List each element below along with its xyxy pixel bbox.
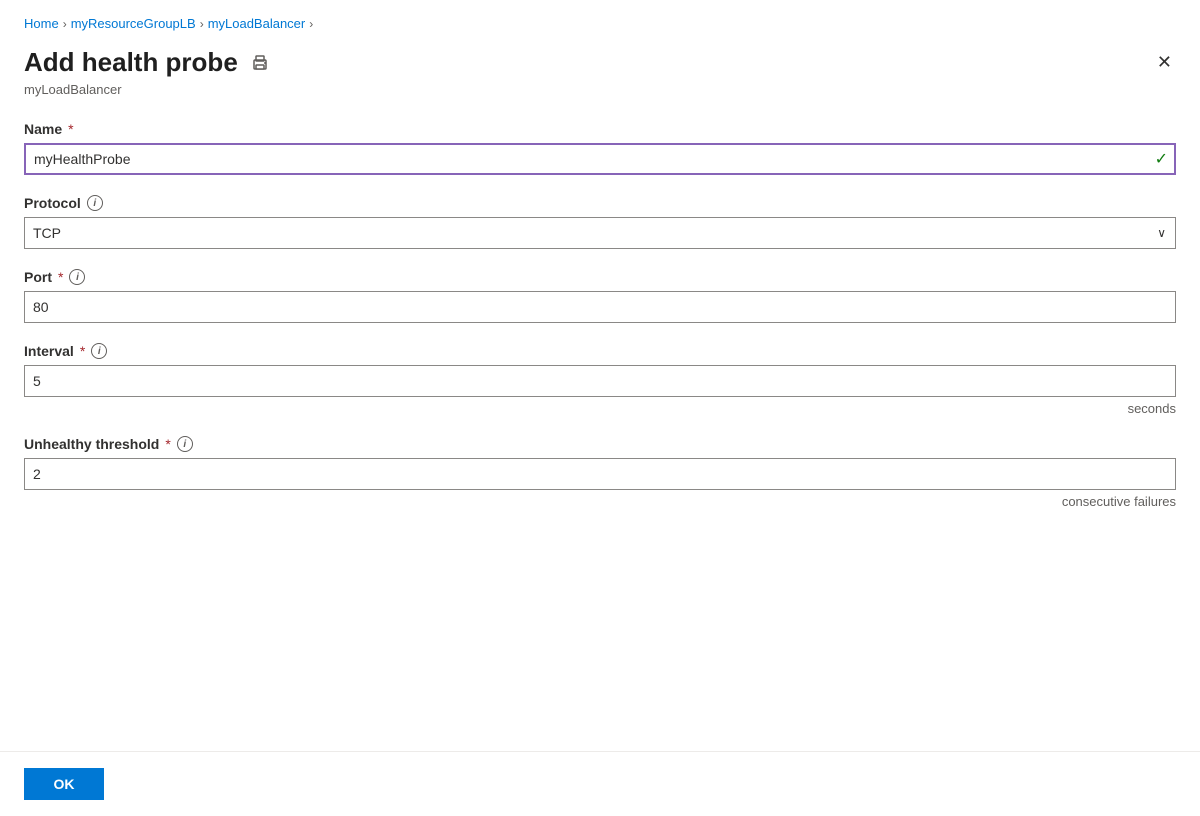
interval-group: Interval * i seconds [24, 343, 1176, 416]
name-label: Name * [24, 121, 1176, 137]
breadcrumb: Home › myResourceGroupLB › myLoadBalance… [0, 0, 1200, 39]
port-group: Port * i [24, 269, 1176, 323]
header-left: Add health probe [24, 47, 270, 78]
subtitle: myLoadBalancer [0, 82, 1200, 113]
interval-label: Interval * i [24, 343, 1176, 359]
name-group: Name * ✓ [24, 121, 1176, 175]
protocol-info-icon[interactable]: i [87, 195, 103, 211]
breadcrumb-resource-group[interactable]: myResourceGroupLB [71, 16, 196, 31]
breadcrumb-home[interactable]: Home [24, 16, 59, 31]
name-input-wrapper: ✓ [24, 143, 1176, 175]
page-container: Home › myResourceGroupLB › myLoadBalance… [0, 0, 1200, 816]
name-check-icon: ✓ [1155, 149, 1168, 169]
unhealthy-threshold-input[interactable] [24, 458, 1176, 490]
ok-button[interactable]: OK [24, 768, 104, 800]
protocol-select-wrapper: TCP HTTP HTTPS ∨ [24, 217, 1176, 249]
interval-required-star: * [80, 343, 85, 359]
header-section: Add health probe ✕ [0, 39, 1200, 82]
protocol-label: Protocol i [24, 195, 1176, 211]
interval-info-icon[interactable]: i [91, 343, 107, 359]
breadcrumb-load-balancer[interactable]: myLoadBalancer [208, 16, 306, 31]
interval-input[interactable] [24, 365, 1176, 397]
page-title: Add health probe [24, 47, 238, 78]
form-content: Name * ✓ Protocol i TCP HTTP HTTPS ∨ [0, 113, 1200, 751]
unhealthy-threshold-label: Unhealthy threshold * i [24, 436, 1176, 452]
unhealthy-threshold-group: Unhealthy threshold * i consecutive fail… [24, 436, 1176, 509]
protocol-select[interactable]: TCP HTTP HTTPS [24, 217, 1176, 249]
unhealthy-threshold-suffix: consecutive failures [24, 494, 1176, 509]
breadcrumb-sep-2: › [200, 17, 204, 31]
print-icon[interactable] [250, 53, 270, 73]
interval-suffix: seconds [24, 401, 1176, 416]
protocol-group: Protocol i TCP HTTP HTTPS ∨ [24, 195, 1176, 249]
unhealthy-info-icon[interactable]: i [177, 436, 193, 452]
footer: OK [0, 751, 1200, 816]
name-input[interactable] [24, 143, 1176, 175]
breadcrumb-sep-3: › [309, 17, 313, 31]
close-icon[interactable]: ✕ [1153, 48, 1176, 77]
unhealthy-required-star: * [165, 436, 170, 452]
breadcrumb-sep-1: › [63, 17, 67, 31]
port-required-star: * [58, 269, 63, 285]
port-label: Port * i [24, 269, 1176, 285]
port-input[interactable] [24, 291, 1176, 323]
port-info-icon[interactable]: i [69, 269, 85, 285]
name-required-star: * [68, 121, 73, 137]
